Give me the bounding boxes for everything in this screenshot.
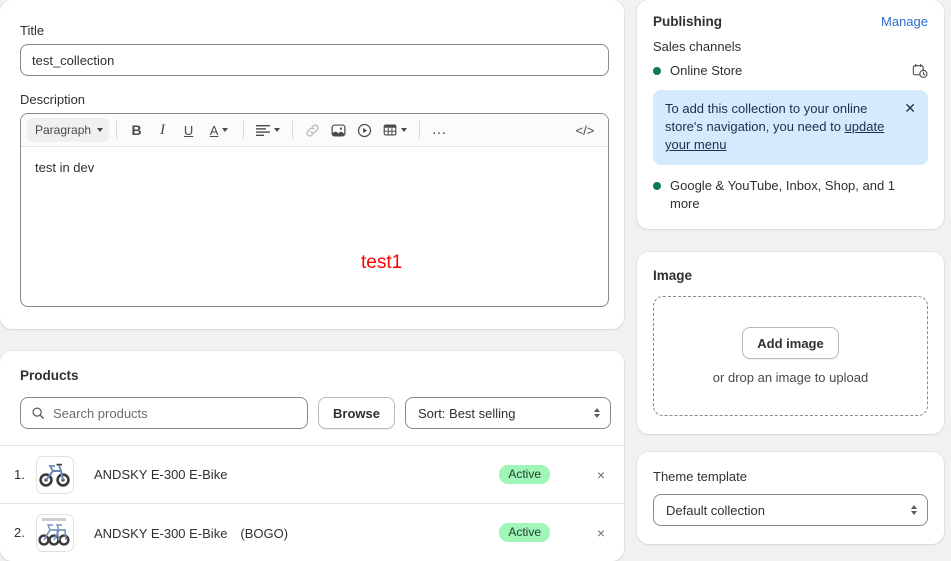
- banner-message: To add this collection to your online st…: [665, 100, 896, 154]
- insert-table-button[interactable]: [378, 118, 412, 143]
- product-name: ANDSKY E-300 E-Bike: [94, 467, 228, 482]
- block-format-label: Paragraph: [35, 123, 92, 137]
- search-placeholder: Search products: [53, 405, 148, 421]
- close-icon[interactable]: ✕: [904, 100, 916, 116]
- title-label: Title: [20, 23, 45, 38]
- insert-link-button[interactable]: [300, 118, 325, 143]
- align-left-icon: [256, 124, 271, 136]
- insert-image-button[interactable]: [326, 118, 351, 143]
- table-row[interactable]: 1. ANDSKY E-300 E-Bike Active ×: [0, 445, 624, 503]
- italic-button[interactable]: I: [150, 118, 175, 143]
- publishing-header: Publishing Manage: [653, 14, 928, 29]
- product-name: ANDSKY E-300 E-Bike (BOGO): [94, 526, 289, 541]
- bold-icon: B: [131, 122, 142, 138]
- browse-button[interactable]: Browse: [318, 397, 395, 429]
- video-icon: [357, 123, 372, 137]
- remove-product-button[interactable]: ×: [586, 467, 616, 483]
- products-card: Products Search products Browse Sort: Be…: [0, 351, 624, 561]
- sales-channel-online-store[interactable]: Online Store: [653, 62, 928, 80]
- description-editor: Paragraph B I U A … </> test in dev test…: [20, 113, 609, 307]
- italic-icon: I: [160, 121, 166, 138]
- product-thumbnail: [36, 455, 74, 494]
- search-products-field[interactable]: Search products: [20, 397, 308, 429]
- product-index: 1.: [14, 467, 25, 482]
- theme-template-card: Theme template Default collection: [637, 452, 944, 544]
- chevron-down-icon: [401, 128, 408, 132]
- banner-text-body: To add this collection to your online st…: [665, 101, 868, 134]
- products-title: Products: [20, 368, 79, 383]
- status-badge: Active: [499, 523, 550, 542]
- image-card: Image Add image or drop an image to uplo…: [637, 252, 944, 434]
- description-label: Description: [20, 92, 86, 107]
- chevron-down-icon: [222, 128, 229, 132]
- description-text-line-2: test1: [361, 252, 403, 273]
- link-icon: [306, 123, 319, 137]
- remove-product-button[interactable]: ×: [586, 525, 616, 541]
- underline-icon: U: [183, 122, 194, 138]
- status-dot-icon: [653, 182, 661, 190]
- more-options-button[interactable]: …: [427, 118, 452, 143]
- sort-select[interactable]: Sort: Best selling: [404, 397, 611, 429]
- drop-hint-text: or drop an image to upload: [712, 370, 869, 385]
- ebike-bogo-image: [37, 514, 71, 549]
- toolbar-divider: [419, 121, 421, 139]
- publishing-card: Publishing Manage Sales channels Online …: [637, 0, 944, 229]
- navigation-banner: To add this collection to your online st…: [653, 90, 928, 165]
- add-image-button[interactable]: Add image: [742, 327, 839, 359]
- block-format-select[interactable]: Paragraph: [27, 118, 110, 142]
- sales-channel-other[interactable]: Google & YouTube, Inbox, Shop, and 1 mor…: [653, 177, 928, 213]
- chevron-down-icon: [274, 128, 281, 132]
- view-html-button[interactable]: </>: [568, 118, 602, 143]
- publishing-title: Publishing: [653, 14, 722, 29]
- theme-template-select[interactable]: Default collection: [653, 494, 928, 526]
- toolbar-divider: [243, 121, 245, 139]
- product-index: 2.: [14, 525, 25, 540]
- underline-button[interactable]: U: [176, 118, 201, 143]
- theme-template-value: Default collection: [666, 502, 765, 518]
- ellipsis-icon: …: [431, 121, 448, 138]
- search-icon: [32, 407, 44, 419]
- calendar-clock-icon: [912, 63, 928, 78]
- toolbar-divider: [116, 121, 118, 139]
- status-badge: Active: [499, 465, 550, 484]
- description-body[interactable]: test in dev test1: [21, 147, 608, 306]
- ebike-image: [37, 456, 71, 491]
- channel-name: Google & YouTube, Inbox, Shop, and 1 mor…: [670, 178, 896, 211]
- chevron-updown-icon: [593, 408, 600, 418]
- chevron-down-icon: [97, 128, 104, 132]
- image-dropzone[interactable]: Add image or drop an image to upload: [653, 296, 928, 416]
- text-color-icon: A: [209, 122, 219, 138]
- table-icon: [383, 124, 397, 136]
- editor-toolbar: Paragraph B I U A … </>: [21, 114, 608, 147]
- sort-value: Sort: Best selling: [417, 405, 516, 421]
- manage-link[interactable]: Manage: [881, 14, 928, 29]
- channel-name: Online Store: [670, 63, 743, 78]
- bold-button[interactable]: B: [124, 118, 149, 143]
- collection-details-card: Title Description Paragraph B I U: [0, 0, 624, 329]
- chevron-updown-icon: [911, 505, 917, 515]
- insert-video-button[interactable]: [352, 118, 377, 143]
- description-text-line-1: test in dev: [35, 160, 95, 175]
- product-thumbnail: [36, 513, 74, 552]
- collection-editor-page: Title Description Paragraph B I U: [0, 0, 951, 561]
- table-row[interactable]: 2. ANDSKY E-300 E-Bike (BOGO) Active ×: [0, 503, 624, 561]
- title-input[interactable]: [20, 44, 609, 76]
- sales-channels-label: Sales channels: [653, 39, 742, 54]
- status-dot-icon: [653, 67, 661, 75]
- theme-template-label: Theme template: [653, 469, 747, 484]
- image-title: Image: [653, 268, 693, 283]
- code-icon: </>: [575, 122, 595, 138]
- toolbar-divider: [292, 121, 294, 139]
- text-align-button[interactable]: [251, 118, 285, 143]
- image-icon: [331, 123, 346, 137]
- products-controls: Search products Browse Sort: Best sellin…: [0, 397, 624, 429]
- text-color-button[interactable]: A: [202, 118, 236, 143]
